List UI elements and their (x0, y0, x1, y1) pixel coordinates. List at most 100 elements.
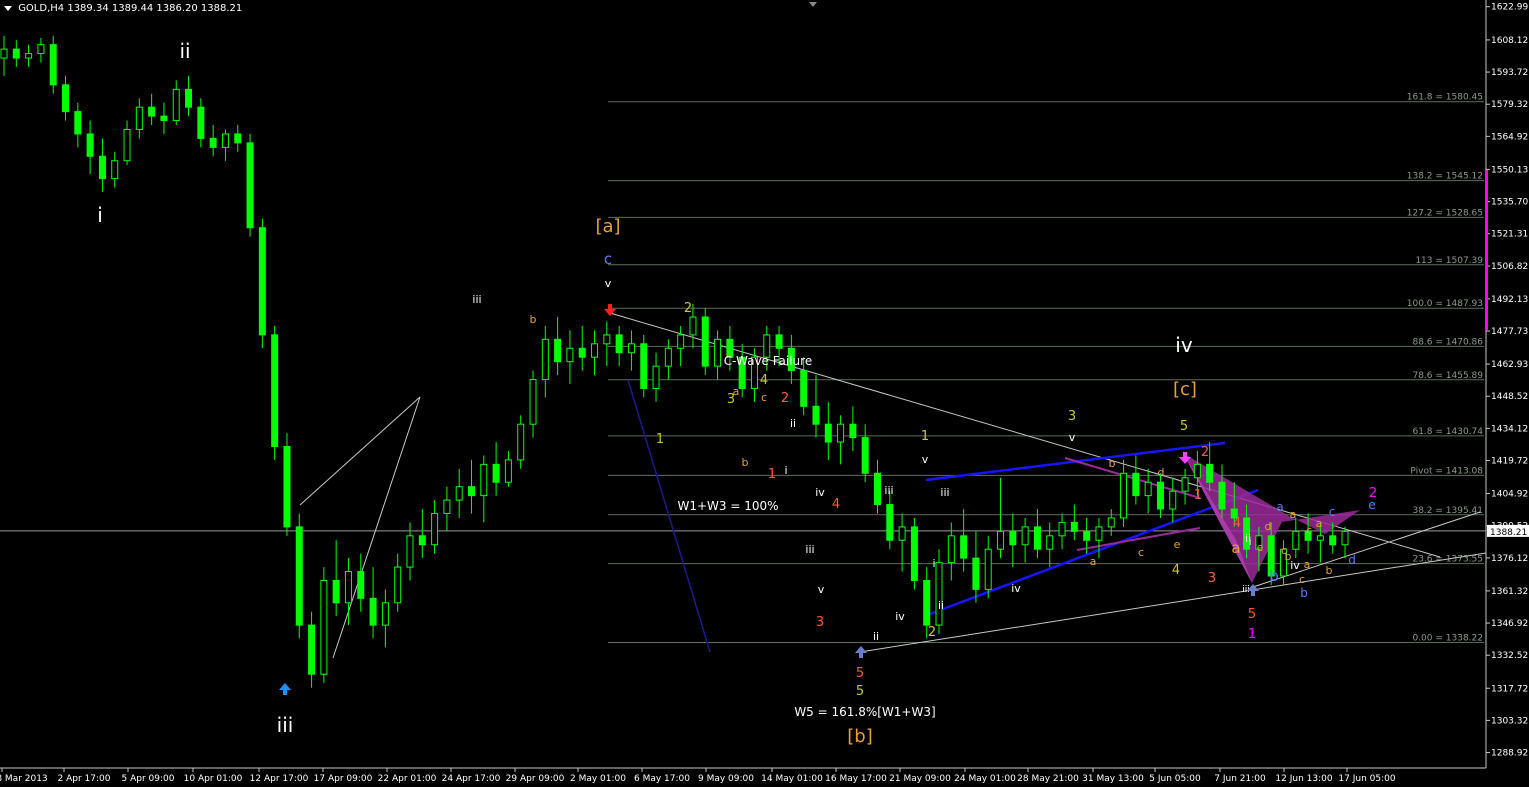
wave-label: e (1257, 541, 1264, 554)
wave-label: 3 (816, 615, 824, 630)
candle-body (1021, 526, 1029, 546)
candle-body (1206, 463, 1214, 483)
wave-label: 4 (1233, 516, 1241, 531)
wave-label: 1 (768, 467, 776, 482)
fib-label: 0.00 = 1338.22 (1412, 633, 1483, 643)
y-tick-label: 1303.32 (1491, 716, 1528, 726)
wave-label: 2 (684, 301, 692, 316)
candle-body (898, 526, 906, 541)
wave-label: v (818, 583, 825, 596)
candle-body (431, 512, 439, 546)
wave-label: iii (805, 543, 814, 556)
wave-label: 2 (928, 625, 936, 640)
candle-body (775, 334, 783, 349)
wave-label: [c] (1173, 379, 1197, 400)
candle-body (541, 338, 549, 381)
candle-body (861, 437, 869, 474)
wave-label: c (1306, 524, 1312, 537)
x-tick-label: 22 Apr 01:00 (378, 774, 437, 784)
wave-label: 4 (760, 373, 768, 388)
candle-body (1033, 526, 1041, 550)
candle-body (1009, 530, 1017, 546)
candle-body (49, 44, 57, 86)
wave-label: 4 (832, 497, 840, 512)
candle-body (603, 334, 611, 345)
wave-label: 5 (856, 666, 864, 681)
arrow-up-icon (279, 683, 291, 695)
candle-body (1169, 490, 1177, 510)
candle-body (74, 111, 82, 135)
candle-body (357, 571, 365, 599)
wave-label: i (784, 464, 787, 477)
candle-body (640, 343, 648, 389)
wave-label: C-Wave Failure (724, 354, 812, 368)
candle-body (320, 579, 328, 675)
y-tick-label: 1477.73 (1491, 327, 1528, 337)
wave-label: 1 (656, 432, 664, 447)
candle-body (480, 463, 488, 497)
wave-label: a (1276, 500, 1283, 514)
wave-label: 5 (856, 684, 864, 699)
candle-body (1156, 481, 1164, 510)
candle-body (1329, 535, 1337, 546)
wave-label: a (1316, 517, 1323, 530)
candle-body (86, 133, 94, 157)
candle-body (246, 142, 254, 229)
wave-label: 3 (1208, 571, 1216, 586)
candle-body (935, 562, 943, 626)
candle-body (689, 316, 697, 336)
y-tick-label: 1535.70 (1491, 198, 1528, 208)
wave-label: b (1109, 457, 1116, 470)
candle-body (221, 133, 229, 148)
wave-label: c (761, 391, 767, 404)
fib-label: 78.6 = 1455.89 (1412, 371, 1483, 381)
wave-label: 1 (921, 429, 929, 444)
channel-line (929, 488, 1259, 616)
y-tick-label: 1419.72 (1491, 457, 1528, 467)
y-tick-label: 1506.82 (1491, 262, 1528, 272)
candle-body (0, 48, 8, 59)
candle-body (960, 535, 968, 559)
wave-label: b (742, 456, 749, 469)
candle-body (468, 486, 476, 497)
candle-body (701, 316, 709, 367)
y-tick-label: 1448.52 (1491, 392, 1528, 402)
candle-body (295, 526, 303, 626)
wave-label: a (1090, 555, 1097, 568)
y-tick-label: 1564.92 (1491, 132, 1528, 142)
y-tick-label: 1492.13 (1491, 295, 1528, 305)
wave-label: 2 (1201, 445, 1209, 460)
price-chart[interactable]: 161.8 = 1580.45 138.2 = 1545.12 127.2 = 15… (0, 0, 1529, 787)
candle-body (873, 472, 881, 506)
wave-label: e (1368, 498, 1375, 512)
x-tick-label: 24 May 01:00 (954, 774, 1016, 784)
candle-body (837, 423, 845, 443)
candle-body (185, 88, 193, 108)
fib-label: 88.6 = 1470.86 (1412, 337, 1483, 347)
candle-body (1218, 481, 1226, 510)
wave-label: c (1329, 505, 1336, 519)
y-tick-label: 1332.52 (1491, 651, 1528, 661)
candle-body (910, 526, 918, 581)
candle-body (283, 446, 291, 528)
wave-label: ii (790, 417, 796, 430)
y-tick-label: 1346.92 (1491, 619, 1528, 629)
x-tick-label: 21 May 09:00 (889, 774, 951, 784)
candle-body (1292, 530, 1300, 550)
y-tick-label: 1521.31 (1491, 230, 1528, 240)
candle-body (209, 137, 217, 148)
candle-body (566, 347, 574, 363)
wave-label: b (1269, 567, 1279, 585)
wave-label: 5 (1248, 607, 1256, 622)
y-tick-label: 1361.32 (1491, 587, 1528, 597)
wave-label: iii (940, 486, 949, 499)
candle-body (1341, 530, 1349, 546)
x-tick-label: 29 Apr 09:00 (506, 774, 565, 784)
candle-body (344, 571, 352, 604)
wave-label: iii (884, 484, 893, 497)
candle-body (591, 343, 599, 358)
y-tick-label: 1622.99 (1491, 3, 1528, 13)
wave-label: a (1231, 539, 1240, 557)
wave-label: W5 = 161.8%[W1+W3] (794, 705, 935, 719)
candle-body (455, 486, 463, 501)
